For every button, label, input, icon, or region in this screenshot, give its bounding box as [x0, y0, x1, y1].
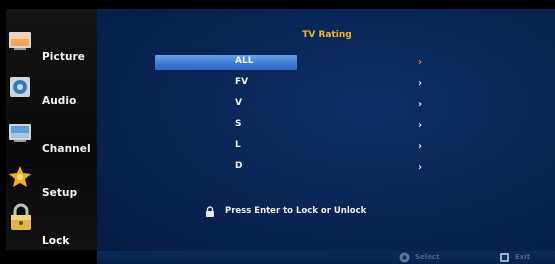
page-title: TV Rating: [302, 30, 352, 40]
sidebar-item-channel[interactable]: Channel: [6, 115, 97, 159]
tv-rating-panel: TV Rating ALL › FV › V › S › L › D › Pre…: [97, 9, 555, 251]
chevron-right-icon: ›: [418, 57, 423, 68]
footer-bar: Select Exit: [97, 251, 555, 264]
rating-row-fv[interactable]: FV ›: [155, 76, 535, 91]
chevron-right-icon: ›: [418, 162, 423, 173]
channel-icon: [9, 124, 31, 142]
rating-label: V: [235, 98, 242, 108]
picture-icon: [9, 32, 31, 50]
sidebar-item-lock[interactable]: Lock: [6, 201, 97, 247]
chevron-right-icon: ›: [418, 78, 423, 89]
exit-icon: [500, 253, 509, 262]
footer-select-label: Select: [415, 253, 440, 261]
rating-row-l[interactable]: L ›: [155, 139, 535, 154]
rating-label: L: [235, 140, 241, 150]
rating-row-all[interactable]: ALL ›: [155, 55, 535, 70]
rating-row-s[interactable]: S ›: [155, 118, 535, 133]
sidebar-item-picture[interactable]: Picture: [6, 23, 97, 67]
footer-exit-label: Exit: [515, 253, 531, 261]
sidebar-item-audio[interactable]: Audio: [6, 69, 97, 113]
rating-label: D: [235, 161, 243, 171]
setup-icon: [9, 166, 31, 187]
chevron-right-icon: ›: [418, 120, 423, 131]
rating-label: S: [235, 119, 242, 129]
sidebar-item-label: Lock: [42, 235, 70, 247]
lock-icon: [11, 203, 31, 230]
sidebar-item-label: Picture: [42, 51, 86, 63]
chevron-right-icon: ›: [418, 141, 423, 152]
select-icon: [399, 252, 410, 263]
rating-row-d[interactable]: D ›: [155, 160, 535, 175]
footer-select: Select: [399, 252, 459, 263]
rating-label: ALL: [235, 56, 254, 66]
audio-icon: [10, 77, 30, 97]
sidebar-item-label: Setup: [42, 187, 78, 199]
sidebar-item-label: Audio: [42, 95, 77, 107]
padlock-icon: [206, 206, 214, 217]
lock-hint-text: Press Enter to Lock or Unlock: [225, 206, 367, 216]
sidebar-item-setup[interactable]: Setup: [6, 161, 97, 205]
rating-row-v[interactable]: V ›: [155, 97, 535, 112]
footer-exit: Exit: [499, 252, 549, 263]
lock-hint: Press Enter to Lock or Unlock: [205, 205, 485, 219]
selection-highlight: [155, 55, 297, 70]
sidebar-item-label: Channel: [42, 143, 91, 155]
rating-label: FV: [235, 77, 249, 87]
chevron-right-icon: ›: [418, 99, 423, 110]
sidebar-menu: Picture Audio Channel Setup Lock: [6, 9, 97, 250]
